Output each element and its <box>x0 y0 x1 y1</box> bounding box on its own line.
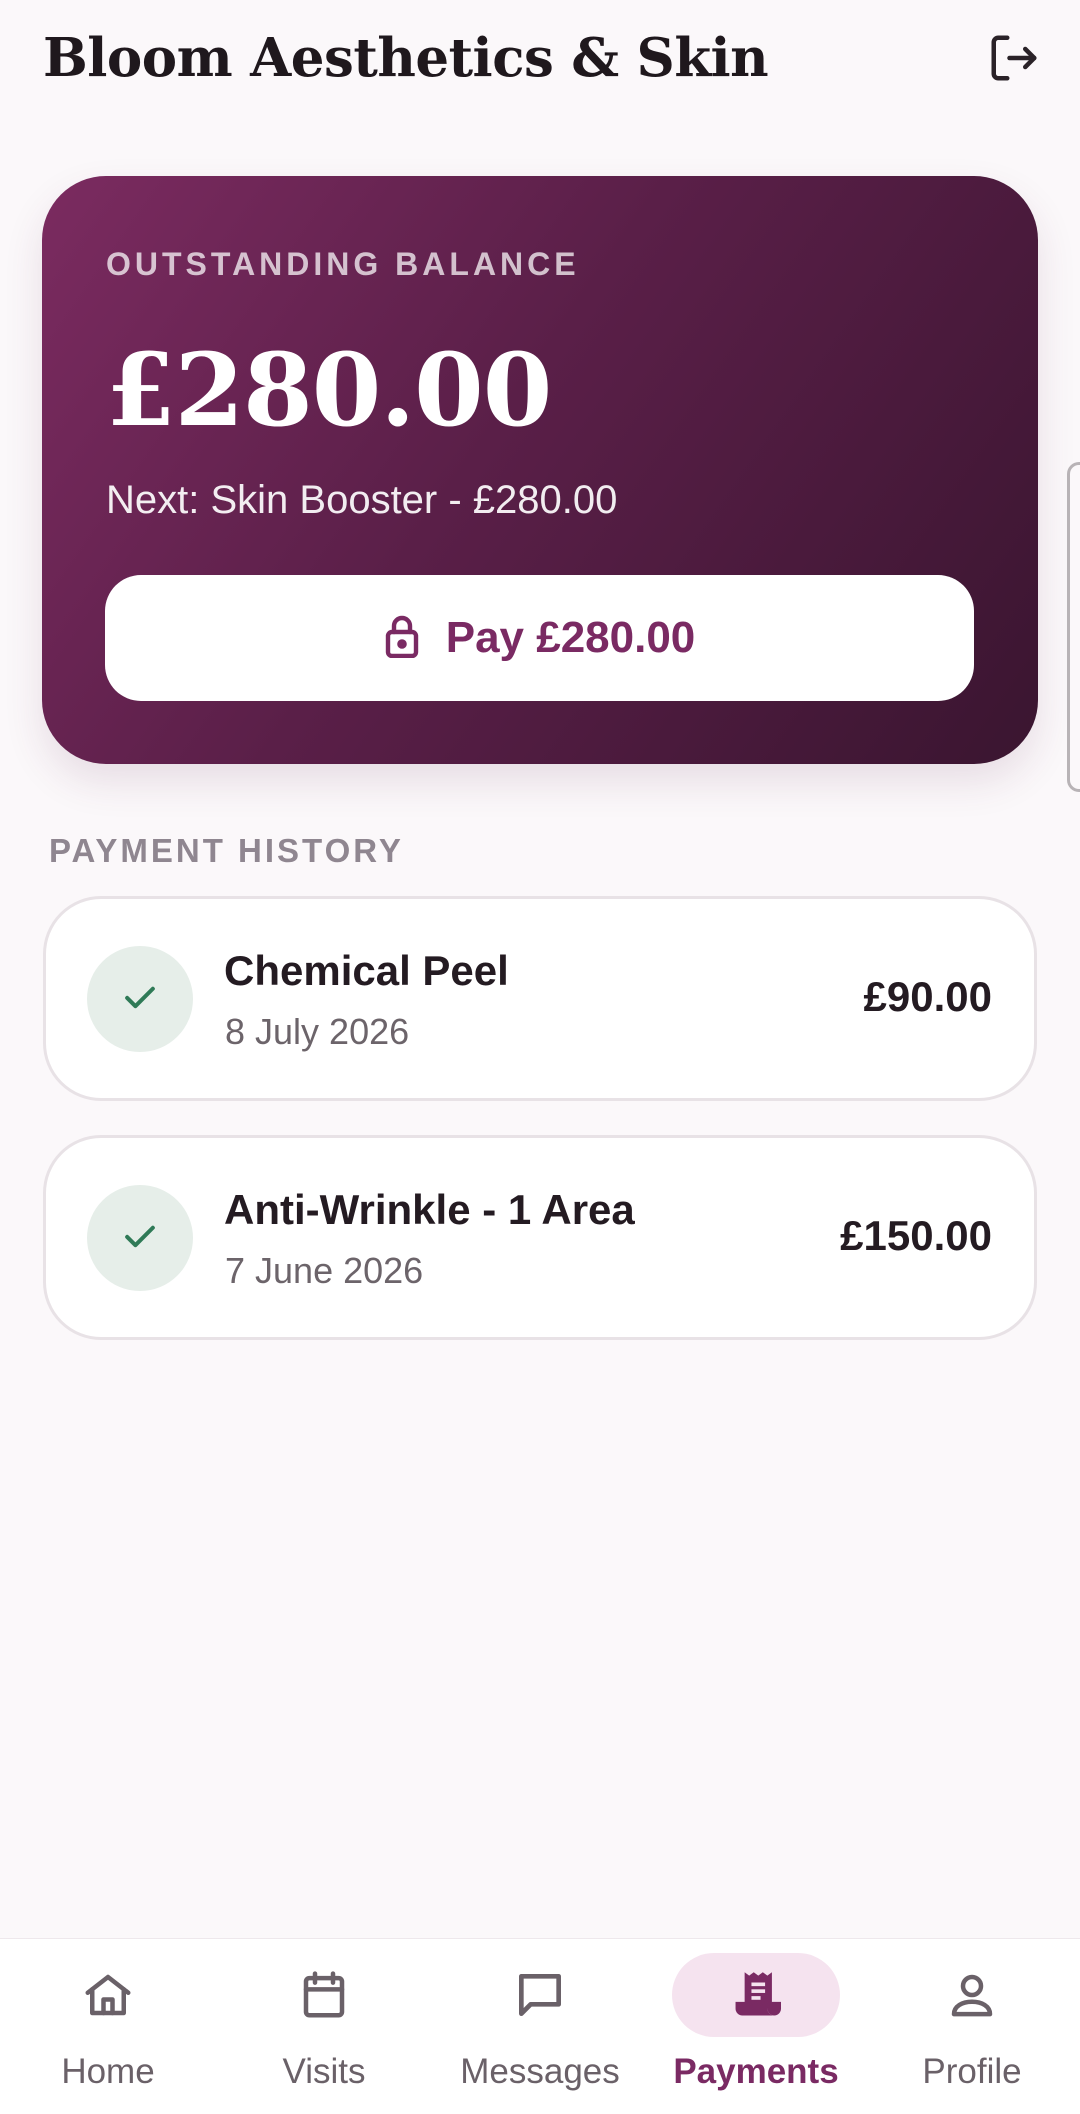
nav-item-messages[interactable]: Messages <box>432 1939 648 2114</box>
logout-icon <box>987 31 1041 90</box>
nav-label: Home <box>61 2052 155 2091</box>
payment-amount: £150.00 <box>840 1212 992 1259</box>
nav-item-profile[interactable]: Profile <box>864 1939 1080 2114</box>
nav-label: Payments <box>673 2052 839 2091</box>
person-icon <box>888 1953 1056 2037</box>
payment-date: 8 July 2026 <box>225 1011 410 1052</box>
app-title: Bloom Aesthetics & Skin <box>43 27 769 89</box>
message-icon <box>456 1953 624 2037</box>
check-icon <box>118 975 162 1024</box>
next-treatment-text: Next: Skin Booster - £280.00 <box>106 478 618 522</box>
paid-status-badge <box>87 946 193 1052</box>
payment-title: Anti-Wrinkle - 1 Area <box>224 1186 635 1233</box>
nav-item-visits[interactable]: Visits <box>216 1939 432 2114</box>
balance-label: OUTSTANDING BALANCE <box>106 246 580 282</box>
bottom-navigation: Home Visits Messages Payments Profile <box>0 1938 1080 2114</box>
nav-label: Visits <box>282 2052 366 2091</box>
payment-date: 7 June 2026 <box>225 1250 424 1291</box>
home-icon <box>24 1953 192 2037</box>
pay-button-label: Pay £280.00 <box>445 613 696 662</box>
payment-history-item[interactable]: Chemical Peel 8 July 2026 £90.00 <box>43 896 1037 1101</box>
pay-button[interactable]: Pay £280.00 <box>105 575 974 701</box>
nav-item-home[interactable]: Home <box>0 1939 216 2114</box>
payment-history-title: PAYMENT HISTORY <box>49 832 404 869</box>
logout-button[interactable] <box>984 30 1044 90</box>
payment-amount: £90.00 <box>863 973 992 1020</box>
side-drawer-handle[interactable] <box>1067 462 1080 792</box>
paid-status-badge <box>87 1185 193 1291</box>
lock-icon <box>384 614 420 663</box>
payment-history-item[interactable]: Anti-Wrinkle - 1 Area 7 June 2026 £150.0… <box>43 1135 1037 1340</box>
balance-card: OUTSTANDING BALANCE £280.00 Next: Skin B… <box>42 176 1038 764</box>
nav-label: Profile <box>922 2052 1022 2091</box>
payment-title: Chemical Peel <box>224 947 509 994</box>
app-header: Bloom Aesthetics & Skin <box>0 0 1080 125</box>
nav-item-payments[interactable]: Payments <box>648 1939 864 2114</box>
receipt-icon <box>672 1953 840 2037</box>
check-icon <box>118 1214 162 1263</box>
calendar-icon <box>240 1953 408 2037</box>
nav-label: Messages <box>460 2052 620 2091</box>
balance-amount: £280.00 <box>106 331 552 449</box>
